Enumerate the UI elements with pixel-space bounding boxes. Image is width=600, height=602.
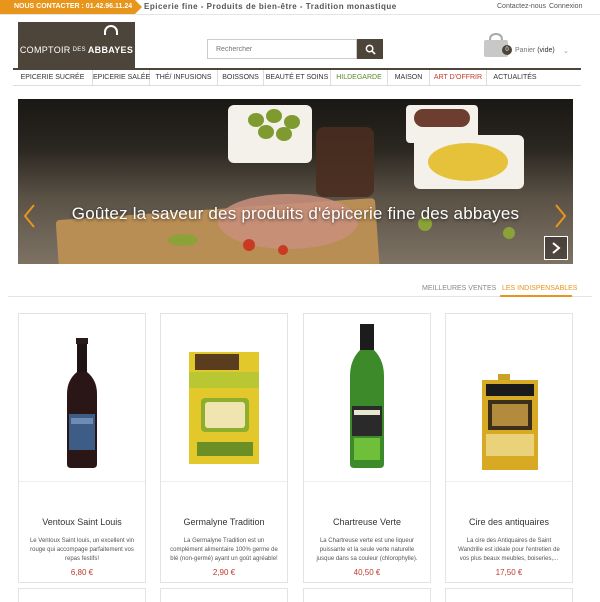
product-image[interactable] xyxy=(446,314,572,482)
slider-prev-icon[interactable] xyxy=(22,203,36,229)
cart-label[interactable]: Panier (vide) xyxy=(515,47,555,54)
site-tagline: Epicerie fine - Produits de bien-être - … xyxy=(144,2,397,11)
nav-item-actualites[interactable]: ACTUALITÉS xyxy=(487,70,543,86)
cart-count-badge: 0 xyxy=(502,45,512,55)
product-card[interactable]: Chartreuse Verte La Chartreuse verte est… xyxy=(303,313,431,583)
product-image[interactable] xyxy=(19,314,145,482)
product-name[interactable]: Germalyne Tradition xyxy=(161,517,287,527)
search-input[interactable] xyxy=(207,39,357,59)
product-image[interactable] xyxy=(161,314,287,482)
search-icon xyxy=(365,44,376,55)
product-name[interactable]: Chartreuse Verte xyxy=(304,517,430,527)
tab-best-sellers[interactable]: MEILLEURES VENTES xyxy=(422,285,496,292)
nav-item-maison[interactable]: MAISON xyxy=(388,70,430,86)
cart-text: Panier xyxy=(515,47,536,54)
chartreuse-bottle-image xyxy=(350,324,384,468)
main-nav: EPICERIE SUCRÉE EPICERIE SALÉE THÉ/ INFU… xyxy=(13,68,581,86)
abbey-arch-icon xyxy=(104,25,118,35)
product-description: La Chartreuse verte est une liqueur puis… xyxy=(316,538,418,562)
product-card[interactable]: Germalyne Tradition La Germalyne Traditi… xyxy=(160,313,288,583)
product-description: La cire des Antiquaires de Saint Wandril… xyxy=(458,538,560,562)
logo-text-comptoir: COMPTOIR xyxy=(19,45,71,55)
nav-item-boissons[interactable]: BOISSONS xyxy=(218,70,264,86)
nav-item-beaute-soins[interactable]: BEAUTÉ ET SOINS xyxy=(264,70,331,86)
cart-state: (vide) xyxy=(537,47,555,54)
wine-bottle-image xyxy=(67,338,97,468)
hero-image-mustard xyxy=(428,143,508,181)
product-price: 17,50 € xyxy=(495,568,523,577)
product-name[interactable]: Ventoux Saint Louis xyxy=(19,517,145,527)
hero-caption: Goûtez la saveur des produits d'épicerie… xyxy=(71,204,520,223)
tab-indispensables[interactable]: LES INDISPENSABLES xyxy=(502,285,577,292)
nav-item-the-infusions[interactable]: THÉ/ INFUSIONS xyxy=(150,70,218,86)
product-name[interactable]: Cire des antiquaires xyxy=(446,517,572,527)
product-card[interactable]: Cire des antiquaires La cire des Antiqua… xyxy=(445,313,573,583)
nav-item-epicerie-salee[interactable]: EPICERIE SALÉE xyxy=(93,70,150,86)
contact-phone-banner[interactable]: NOUS CONTACTER : 01.42.96.11.24 xyxy=(0,0,142,14)
product-description: La Germalyne Tradition est un complément… xyxy=(170,538,278,562)
nav-item-epicerie-sucree[interactable]: EPICERIE SUCRÉE xyxy=(13,70,93,86)
top-bar: NOUS CONTACTER : 01.42.96.11.24 Epicerie… xyxy=(0,0,600,15)
slider-next-button[interactable] xyxy=(544,236,568,260)
germalyne-box-image xyxy=(189,352,259,464)
product-card[interactable]: Ventoux Saint Louis Le Ventoux Saint lou… xyxy=(18,313,146,583)
product-price: 6,80 € xyxy=(70,568,94,577)
logo-text-abbayes: ABBAYES xyxy=(87,45,134,55)
login-link[interactable]: Connexion xyxy=(549,3,582,10)
product-description: Le Ventoux Saint louis, un excellent vin… xyxy=(29,538,135,562)
contact-link[interactable]: Contactez-nous xyxy=(497,3,546,10)
nav-item-hildegarde[interactable]: HILDEGARDE xyxy=(331,70,388,86)
product-price: 2,90 € xyxy=(212,568,236,577)
active-tab-indicator xyxy=(500,295,572,297)
product-price: 40,50 € xyxy=(353,568,381,577)
chevron-right-icon xyxy=(552,242,561,254)
hero-image-jar xyxy=(316,127,374,197)
logo-text-des: DES xyxy=(72,47,86,53)
product-image[interactable] xyxy=(304,314,430,482)
site-logo[interactable]: COMPTOIR DES ABBAYES xyxy=(18,22,135,68)
search-button[interactable] xyxy=(357,39,383,59)
hero-slider[interactable]: Goûtez la saveur des produits d'épicerie… xyxy=(18,99,573,264)
nav-item-art-offrir[interactable]: ART D'OFFRIR xyxy=(430,70,487,86)
chevron-down-icon[interactable]: ⌄ xyxy=(563,47,569,55)
slider-next-icon[interactable] xyxy=(554,203,568,229)
wax-tin-image xyxy=(482,374,538,470)
